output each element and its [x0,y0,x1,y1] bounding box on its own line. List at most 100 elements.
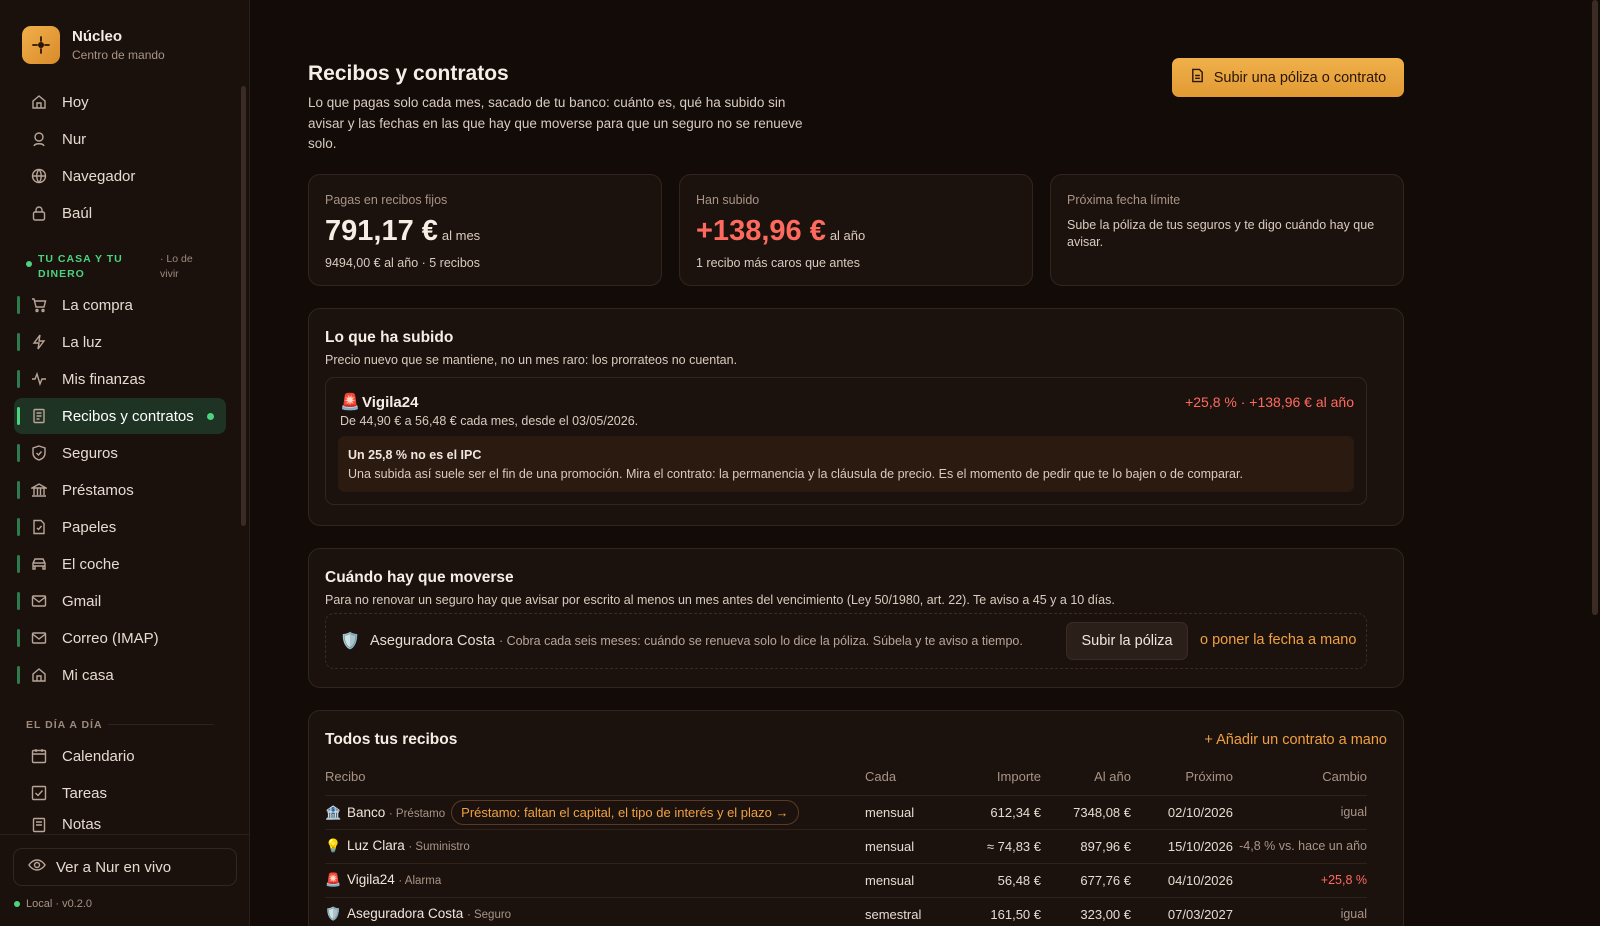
receipt-next-date: 15/10/2026 [1131,828,1233,863]
section-title: Lo que ha subido [325,329,454,346]
sidebar-item-label: Mis finanzas [62,370,146,388]
lightbulb-icon: 💡 [325,838,342,853]
receipt-icon [30,407,48,425]
sidebar-item-label: Calendario [62,747,135,765]
app-name: Núcleo [72,28,123,45]
receipt-amount: 56,48 € [955,862,1041,897]
risen-section: Lo que ha subido Precio nuevo que se man… [308,308,1404,526]
shield-icon: 🛡️ [325,906,342,922]
receipt-next-date: 04/10/2026 [1131,862,1233,897]
sidebar-item-navegador[interactable]: Navegador [14,158,226,194]
main-scrollbar[interactable] [1592,0,1598,615]
bank-icon [30,481,48,499]
upload-policy-button[interactable]: Subir una póliza o contrato [1172,58,1404,97]
sidebar-item-label: Notas [62,816,102,833]
main-content: Recibos y contratos Lo que pagas solo ca… [250,0,1600,926]
sidebar-item-la-luz[interactable]: La luz [14,324,226,360]
sidebar-item-tareas[interactable]: Tareas [14,775,226,811]
sidebar-item-nur[interactable]: Nur [14,121,226,157]
receipt-type: · Préstamo [388,807,446,820]
sidebar-item-label: Hoy [62,93,89,111]
section-description: Precio nuevo que se mantiene, no un mes … [325,353,738,367]
receipt-frequency: mensual [865,794,955,829]
lightning-icon [30,333,48,351]
column-header[interactable]: Al año [1041,759,1131,795]
sidebar-item-label: Mi casa [62,666,114,684]
receipt-next-date: 07/03/2027 [1131,896,1233,926]
user-icon [30,130,48,148]
receipt-change: -4,8 % vs. hace un año [1233,828,1367,863]
divider [108,724,214,725]
add-contract-link[interactable]: + Añadir un contrato a mano [1204,732,1387,748]
loan-missing-data-pill[interactable]: Préstamo: faltan el capital, el tipo de … [451,799,799,825]
sidebar-item-label: Gmail [62,592,102,610]
section-description: Para no renovar un seguro hay que avisar… [325,593,1115,607]
upload-policy-small-button[interactable]: Subir la póliza [1066,622,1188,660]
sidebar-item-label: Baúl [62,204,93,222]
warning-text: Una subida así suele ser el fin de una p… [348,467,1243,481]
sidebar-item-la-compra[interactable]: La compra [14,287,226,323]
sidebar-item-gmail[interactable]: Gmail [14,583,226,619]
risen-item-change: +25,8 % · +138,96 € al año [1185,394,1354,410]
alarm-icon: 🚨 [325,872,342,887]
move-item-name: Aseguradora Costa [370,633,495,649]
table-row[interactable]: 💡 Luz Clara · Suministro mensual ≈ 74,83 … [325,828,1367,863]
app-subtitle: Centro de mando [72,48,165,62]
table-header-row: Recibo Cada Importe Al año Próximo Cambi… [325,759,1367,795]
sidebar-item-baul[interactable]: Baúl [14,195,226,231]
stat-card-fixed: Pagas en recibos fijos 791,17 € al mes 94… [308,174,662,286]
sidebar-scrollbar[interactable] [241,86,246,526]
column-header[interactable]: Cada [865,759,955,795]
brand[interactable]: Núcleo Centro de mando [22,26,165,64]
sidebar-item-correo-imap[interactable]: Correo (IMAP) [14,620,226,656]
document-icon [30,518,48,536]
receipt-next-date: 02/10/2026 [1131,794,1233,829]
car-icon [30,555,48,573]
sidebar-item-el-coche[interactable]: El coche [14,546,226,582]
column-header[interactable]: Recibo [325,759,865,795]
table-row[interactable]: 🛡️ Aseguradora Costa · Seguro semestral 1… [325,896,1367,926]
status-dot [26,261,32,267]
calendar-icon [30,747,48,765]
sidebar-item-hoy[interactable]: Hoy [14,84,226,120]
bank-icon: 🏦 [325,804,342,820]
sidebar-item-label: El coche [62,555,120,573]
receipt-yearly: 323,00 € [1041,896,1131,926]
sidebar-item-label: Préstamos [62,481,134,499]
stat-value: +138,96 € [696,215,826,247]
checkbox-icon [30,784,48,802]
receipt-type: · Suministro [408,841,470,853]
sidebar-item-mis-finanzas[interactable]: Mis finanzas [14,361,226,397]
sidebar-item-papeles[interactable]: Papeles [14,509,226,545]
sidebar-item-recibos[interactable]: Recibos y contratos [14,398,226,434]
version-info: Local · v0.2.0 [14,898,92,910]
sidebar-item-mi-casa[interactable]: Mi casa [14,657,226,693]
live-view-button[interactable]: Ver a Nur en vivo [13,848,237,886]
risen-item: 🚨 Vigila24 +25,8 % · +138,96 € al año De… [325,377,1367,505]
sidebar-footer-divider [0,834,250,835]
receipt-change: +25,8 % [1233,862,1367,897]
table-row[interactable]: 🚨 Vigila24 · Alarma mensual 56,48 € 677,7… [325,862,1367,897]
stat-sub: 9494,00 € al año · 5 recibos [325,256,480,270]
table-row[interactable]: 🏦 Banco · Préstamo Préstamo: faltan el cap… [325,794,1367,829]
sidebar-item-label: Seguros [62,444,118,462]
sidebar-item-seguros[interactable]: Seguros [14,435,226,471]
column-header[interactable]: Importe [955,759,1041,795]
receipt-frequency: mensual [865,828,955,863]
activity-icon [30,370,48,388]
sidebar-item-notas[interactable]: Notas [14,812,226,834]
sidebar: Núcleo Centro de mando Hoy Nur Navegador… [0,0,250,926]
sidebar-item-prestamos[interactable]: Préstamos [14,472,226,508]
sidebar-item-calendario[interactable]: Calendario [14,738,226,774]
stat-unit: al mes [441,228,481,243]
stat-value: 791,17 € [325,215,438,247]
page-description: Lo que pagas solo cada mes, sacado de tu… [308,95,803,151]
page-title: Recibos y contratos [308,62,509,85]
column-header[interactable]: Cambio [1233,759,1367,795]
manual-date-link[interactable]: o poner la fecha a mano [1200,632,1356,648]
stat-unit: al año [829,228,866,243]
status-dot [14,901,20,907]
sidebar-item-label: La compra [62,296,133,314]
column-header[interactable]: Próximo [1131,759,1233,795]
mail-icon [30,592,48,610]
